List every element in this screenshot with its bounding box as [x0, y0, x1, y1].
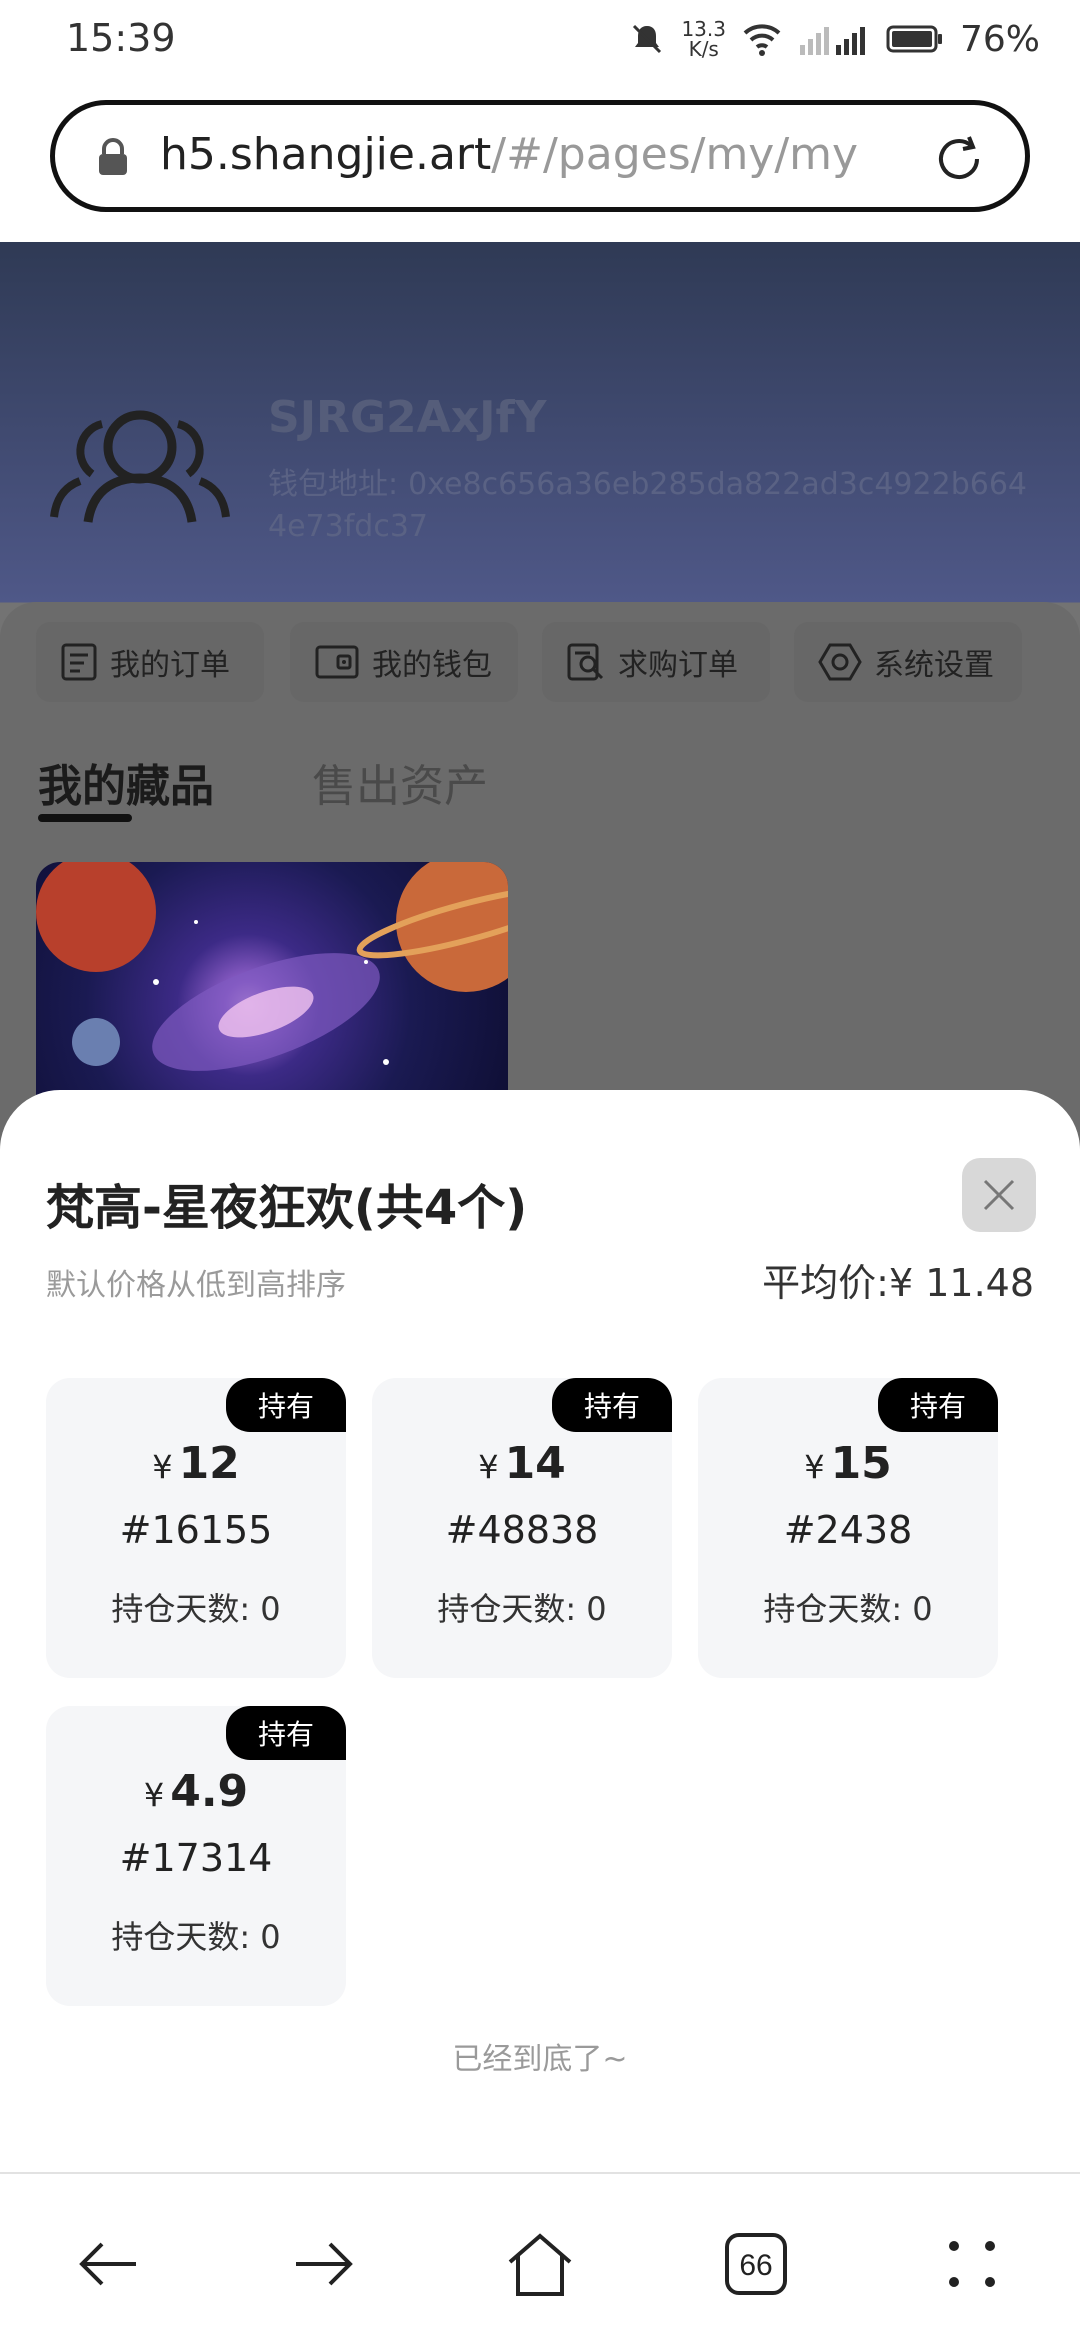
- hold-tag: 持有: [552, 1378, 672, 1432]
- url-text[interactable]: h5.shangjie.art/#/pages/my/my: [160, 129, 858, 180]
- forward-arrow-icon: [296, 2242, 353, 2286]
- lock-icon: [99, 138, 127, 175]
- item-price: ¥4.9: [46, 1766, 346, 1817]
- system-settings-button[interactable]: 系统设置: [794, 622, 1022, 702]
- collection-thumbnail[interactable]: [36, 862, 508, 1122]
- currency-symbol: ¥: [804, 1448, 825, 1486]
- item-serial: #16155: [119, 1508, 273, 1552]
- url-path: /#/pages/my/my: [491, 129, 859, 180]
- holding-days: 持仓天数: 0: [763, 1590, 933, 1628]
- my-orders-button[interactable]: 我的订单: [36, 622, 264, 702]
- item-serial: #17314: [119, 1836, 273, 1880]
- price-value: 15: [830, 1438, 892, 1489]
- forward-button[interactable]: [284, 2224, 364, 2304]
- back-arrow-icon: [79, 2242, 136, 2286]
- price-value: 12: [178, 1438, 240, 1489]
- collection-item[interactable]: 持有 ¥14 #48838 持仓天数: 0: [372, 1378, 672, 1678]
- net-speed-value: 13.3: [681, 17, 726, 41]
- wallet-label: 钱包地址:: [268, 467, 399, 502]
- system-settings-label: 系统设置: [874, 648, 994, 683]
- signal-icon: [799, 27, 865, 55]
- status-bar: 15:39 13.3 K/s 76%: [0, 0, 1080, 80]
- item-price: ¥12: [46, 1438, 346, 1489]
- avatar-icon: [50, 410, 230, 523]
- close-button[interactable]: [962, 1158, 1036, 1232]
- menu-dots-icon: [949, 2241, 995, 2287]
- collection-item[interactable]: 持有 ¥4.9 #17314 持仓天数: 0: [46, 1706, 346, 2006]
- mute-icon: [633, 24, 662, 54]
- settings-icon: [818, 643, 862, 681]
- average-price: 平均价:¥ 11.48: [762, 1252, 1034, 1307]
- sheet-title: 梵高-星夜狂欢(共4个): [46, 1180, 528, 1236]
- battery-percent: 76%: [959, 18, 1040, 60]
- price-value: 4.9: [170, 1766, 249, 1817]
- my-wallet-button[interactable]: 我的钱包: [290, 622, 518, 702]
- reload-icon[interactable]: [931, 131, 987, 187]
- tab-my-collection[interactable]: 我的藏品: [38, 750, 214, 814]
- net-speed: 13.3 K/s: [681, 19, 726, 59]
- item-serial: #2438: [783, 1508, 913, 1552]
- wifi-icon: [743, 24, 781, 56]
- menu-button[interactable]: [932, 2224, 1012, 2304]
- home-icon: [508, 2233, 572, 2296]
- battery-icon: [886, 25, 942, 53]
- average-price-label: 平均价:: [762, 1261, 889, 1305]
- browser-nav-bar: 66: [0, 2172, 1080, 2340]
- purchase-orders-label: 求购订单: [618, 648, 738, 683]
- hold-tag: 持有: [878, 1378, 998, 1432]
- tabs-icon: 66: [725, 2233, 787, 2295]
- purchase-orders-button[interactable]: 求购订单: [542, 622, 770, 702]
- status-icons: 13.3 K/s 76%: [629, 14, 1040, 64]
- end-of-list-note: 已经到底了~: [452, 2042, 628, 2077]
- hold-tag: 持有: [226, 1706, 346, 1760]
- tab-underline: [38, 814, 132, 822]
- orders-icon: [61, 643, 97, 681]
- item-price: ¥15: [698, 1438, 998, 1489]
- holding-days: 持仓天数: 0: [111, 1918, 281, 1956]
- hold-tag: 持有: [226, 1378, 346, 1432]
- holding-days: 持仓天数: 0: [111, 1590, 281, 1628]
- item-price: ¥14: [372, 1438, 672, 1489]
- price-value: 14: [504, 1438, 566, 1489]
- tabs-button[interactable]: 66: [716, 2224, 796, 2304]
- address-bar[interactable]: h5.shangjie.art/#/pages/my/my: [50, 100, 1030, 212]
- collection-item[interactable]: 持有 ¥12 #16155 持仓天数: 0: [46, 1378, 346, 1678]
- net-speed-unit: K/s: [688, 37, 719, 61]
- holding-days: 持仓天数: 0: [437, 1590, 607, 1628]
- profile-name: SJRG2AxJfY: [268, 392, 547, 443]
- tab-count: 66: [739, 2249, 772, 2282]
- close-icon: [983, 1179, 1015, 1211]
- wallet-address: 钱包地址: 0xe8c656a36eb285da822ad3c4922b6644e…: [268, 464, 1038, 548]
- currency-symbol: ¥: [143, 1776, 165, 1814]
- average-price-value: ¥ 11.48: [888, 1261, 1034, 1305]
- wallet-icon: [315, 645, 359, 679]
- home-button[interactable]: [500, 2224, 580, 2304]
- galaxy-artwork: [36, 862, 508, 1071]
- back-button[interactable]: [68, 2224, 148, 2304]
- sort-hint: 默认价格从低到高排序: [46, 1268, 346, 1303]
- collection-detail-sheet: 梵高-星夜狂欢(共4个) 默认价格从低到高排序 平均价:¥ 11.48 持有 ¥…: [0, 1090, 1080, 2172]
- currency-symbol: ¥: [478, 1448, 499, 1486]
- my-wallet-label: 我的钱包: [372, 648, 492, 683]
- status-time: 15:39: [66, 16, 176, 60]
- item-serial: #48838: [445, 1508, 599, 1552]
- currency-symbol: ¥: [152, 1448, 173, 1486]
- purchase-order-icon: [567, 643, 604, 681]
- url-domain: h5.shangjie.art: [160, 129, 492, 180]
- my-orders-label: 我的订单: [110, 648, 230, 683]
- collection-item[interactable]: 持有 ¥15 #2438 持仓天数: 0: [698, 1378, 998, 1678]
- tab-sold-assets[interactable]: 售出资产: [312, 750, 488, 814]
